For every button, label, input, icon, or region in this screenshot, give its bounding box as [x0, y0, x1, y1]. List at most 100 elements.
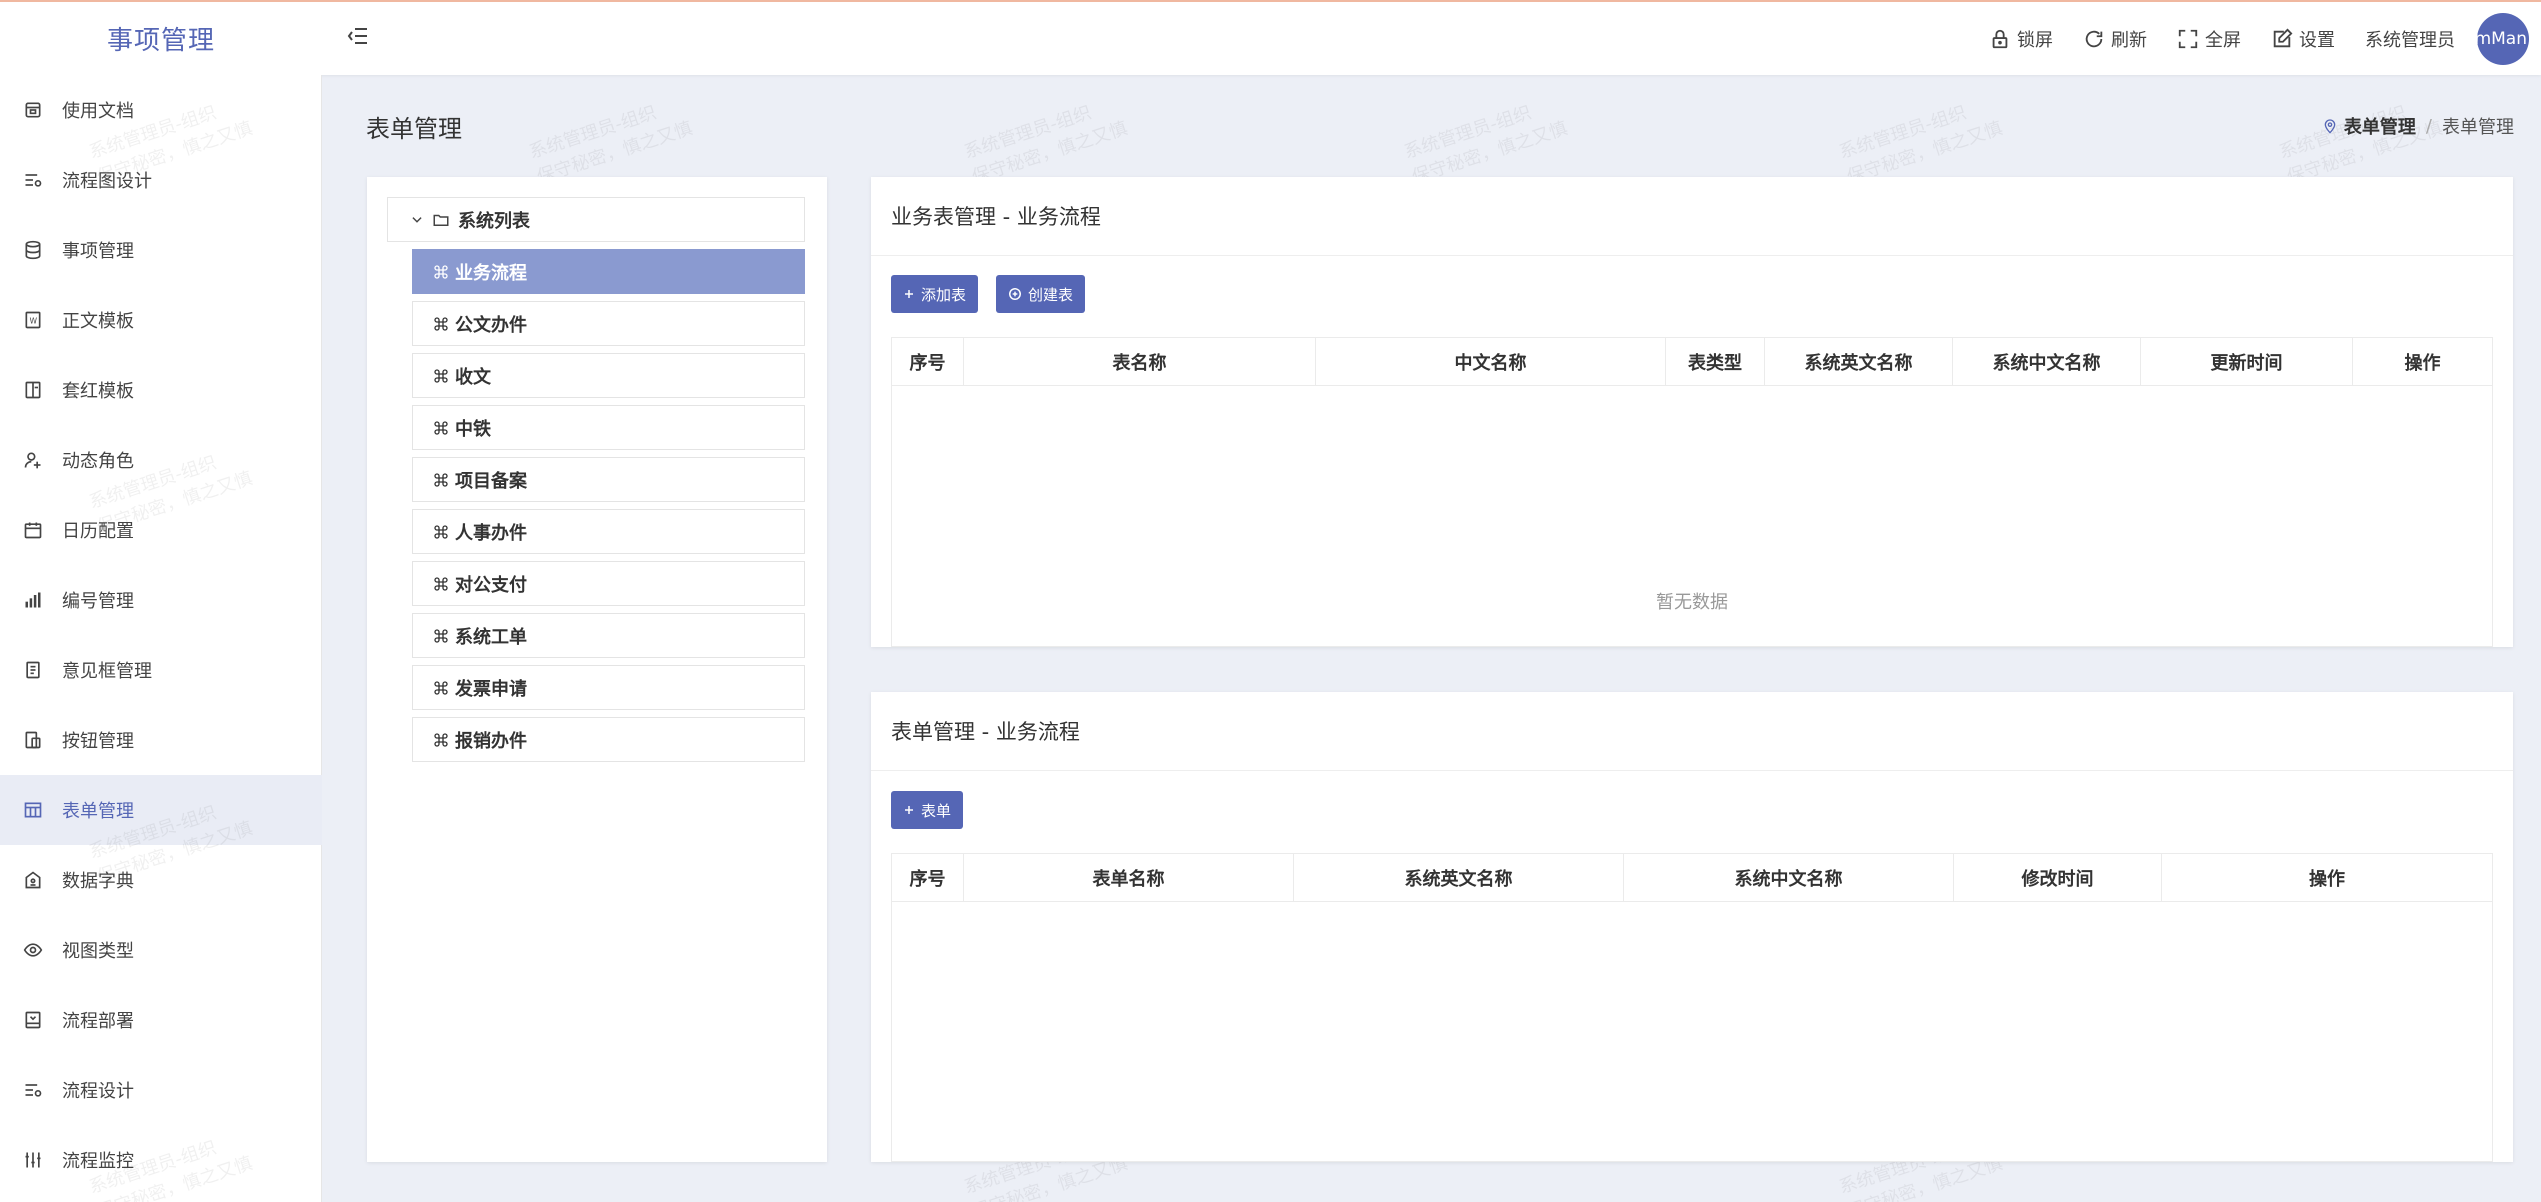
divider	[871, 255, 2513, 256]
tree-node[interactable]: 报销办件	[412, 717, 805, 762]
lock-screen-label: 锁屏	[2017, 29, 2053, 51]
refresh-button[interactable]: 刷新	[2083, 26, 2147, 52]
sidebar-item-label: 流程部署	[62, 1011, 134, 1032]
sidebar: 使用文档 流程图设计 事项管理 W 正文模板 套红模板 动态角色 日历配置 编号…	[0, 75, 322, 1202]
sidebar-item-label: 按钮管理	[62, 731, 134, 752]
column-header[interactable]: 修改时间	[1954, 854, 2162, 901]
column-header[interactable]: 中文名称	[1316, 338, 1666, 385]
command-icon	[433, 576, 449, 592]
tree-node[interactable]: 系统工单	[412, 613, 805, 658]
column-header[interactable]: 操作	[2353, 338, 2492, 385]
fullscreen-label: 全屏	[2205, 29, 2241, 51]
sidebar-item-label: 使用文档	[62, 101, 134, 122]
sidebar-item-docs[interactable]: 使用文档	[0, 75, 322, 145]
page-title: 表单管理	[366, 115, 462, 143]
tree-node-label: 业务流程	[455, 262, 527, 284]
column-header[interactable]: 更新时间	[2141, 338, 2353, 385]
tree-node-label: 收文	[455, 366, 491, 388]
avatar[interactable]: SystemMan	[2477, 12, 2529, 65]
sidebar-item-deploy[interactable]: 流程部署	[0, 985, 322, 1055]
empty-state: 暂无数据	[1656, 592, 1728, 613]
sidebar-item-dynamic-role[interactable]: 动态角色	[0, 425, 322, 495]
collapse-menu-icon[interactable]	[346, 24, 372, 50]
add-table-label: 添加表	[921, 285, 967, 304]
tree-node[interactable]: 项目备案	[412, 457, 805, 502]
watermark: 系统管理员-组织保守秘密，慎之又慎	[1836, 102, 2006, 188]
breadcrumb-current[interactable]: 表单管理	[2344, 113, 2416, 139]
settings-button[interactable]: 设置	[2271, 26, 2335, 52]
column-header[interactable]: 表类型	[1666, 338, 1765, 385]
column-header[interactable]: 表单名称	[964, 854, 1294, 901]
red-template-icon	[22, 379, 44, 401]
tree-node-label: 中铁	[455, 418, 491, 440]
column-header[interactable]: 表名称	[964, 338, 1316, 385]
tree-node[interactable]: 公文办件	[412, 301, 805, 346]
sidebar-item-matters[interactable]: 事项管理	[0, 215, 322, 285]
sidebar-item-label: 数据字典	[62, 871, 134, 892]
add-table-button[interactable]: 添加表	[891, 275, 979, 313]
column-header[interactable]: 序号	[892, 338, 964, 385]
tree-node-label: 人事办件	[455, 522, 527, 544]
lock-icon	[1992, 29, 2008, 48]
tree-node[interactable]: 人事办件	[412, 509, 805, 554]
sidebar-item-dictionary[interactable]: 数据字典	[0, 845, 322, 915]
dictionary-icon	[22, 869, 44, 891]
column-header[interactable]: 系统中文名称	[1953, 338, 2141, 385]
fullscreen-icon	[2178, 29, 2198, 48]
button-icon	[22, 729, 44, 751]
lock-screen-button[interactable]: 锁屏	[1989, 26, 2053, 52]
sidebar-item-opinion-box[interactable]: 意见框管理	[0, 635, 322, 705]
header-actions: 锁屏 刷新 全屏 设置 系统管理员 SystemMan	[1989, 2, 2541, 75]
settings-label: 设置	[2299, 29, 2335, 51]
sidebar-item-label: 流程图设计	[62, 171, 152, 192]
column-header[interactable]: 操作	[2162, 854, 2492, 901]
user-name[interactable]: 系统管理员	[2365, 26, 2455, 52]
sidebar-item-flowchart[interactable]: 流程图设计	[0, 145, 322, 215]
location-pin-icon	[2324, 119, 2336, 134]
add-form-button[interactable]: 表单	[891, 791, 964, 829]
sidebar-item-calendar[interactable]: 日历配置	[0, 495, 322, 565]
flow-design-icon	[22, 1079, 44, 1101]
sidebar-item-text-template[interactable]: W 正文模板	[0, 285, 322, 355]
column-header[interactable]: 系统中文名称	[1624, 854, 1954, 901]
watermark: 系统管理员-组织保守秘密，慎之又慎	[2276, 102, 2446, 188]
app-title: 事项管理	[106, 26, 215, 56]
tree-node[interactable]: 收文	[412, 353, 805, 398]
chevron-down-icon[interactable]	[410, 213, 424, 227]
command-icon	[433, 472, 449, 488]
column-header[interactable]: 系统英文名称	[1294, 854, 1624, 901]
business-table: 序号 表名称 中文名称 表类型 系统英文名称 系统中文名称 更新时间 操作 暂无…	[891, 337, 2493, 647]
sidebar-item-numbering[interactable]: 编号管理	[0, 565, 322, 635]
watermark: 系统管理员-组织保守秘密，慎之又慎	[526, 102, 696, 188]
tree-node[interactable]: 中铁	[412, 405, 805, 450]
system-tree-panel: 系统列表 业务流程 公文办件 收文 中铁 项目备案 人事办件 对公支付 系统工单…	[367, 177, 827, 1162]
column-header[interactable]: 系统英文名称	[1765, 338, 1953, 385]
sidebar-item-view-type[interactable]: 视图类型	[0, 915, 322, 985]
command-icon	[433, 368, 449, 384]
sidebar-item-label: 意见框管理	[62, 661, 152, 682]
sidebar-item-form-management[interactable]: 表单管理	[0, 775, 322, 845]
sidebar-item-red-template[interactable]: 套红模板	[0, 355, 322, 425]
create-table-button[interactable]: 创建表	[996, 275, 1086, 313]
deploy-icon	[22, 1009, 44, 1031]
business-table-card-title: 业务表管理 - 业务流程	[891, 205, 1101, 229]
table-header: 序号 表名称 中文名称 表类型 系统英文名称 系统中文名称 更新时间 操作	[892, 338, 2492, 386]
watermark: 系统管理员-组织保守秘密，慎之又慎	[1401, 102, 1571, 188]
database-icon	[22, 239, 44, 261]
form-card: 表单管理 - 业务流程 表单 序号 表单名称 系统英文名称 系统中文名称 修改时…	[871, 692, 2513, 1162]
column-header[interactable]: 序号	[892, 854, 964, 901]
command-icon	[433, 420, 449, 436]
command-icon	[433, 680, 449, 696]
tree-node[interactable]: 发票申请	[412, 665, 805, 710]
sidebar-item-buttons[interactable]: 按钮管理	[0, 705, 322, 775]
tree-root-system-list[interactable]: 系统列表	[387, 197, 805, 242]
bar-chart-icon	[22, 589, 44, 611]
tree-node[interactable]: 对公支付	[412, 561, 805, 606]
sidebar-item-flow-monitor[interactable]: 流程监控	[0, 1125, 322, 1195]
tree-node[interactable]: 业务流程	[412, 249, 805, 294]
plus-circle-icon	[1008, 287, 1022, 301]
calendar-icon	[22, 519, 44, 541]
sidebar-item-flow-design[interactable]: 流程设计	[0, 1055, 322, 1125]
fullscreen-button[interactable]: 全屏	[2177, 26, 2241, 52]
tree-node-label: 项目备案	[455, 470, 527, 492]
